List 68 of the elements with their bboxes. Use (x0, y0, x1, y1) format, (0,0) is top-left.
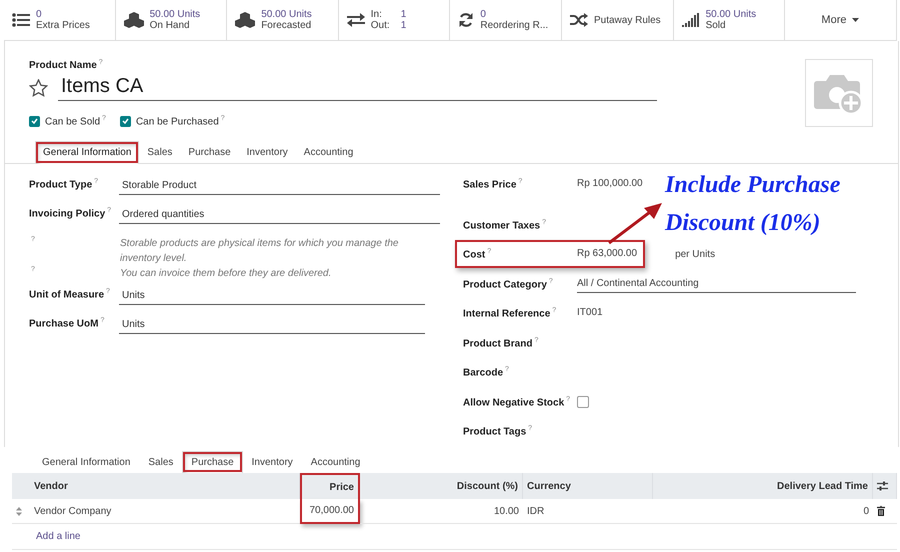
refresh-icon (458, 12, 474, 28)
transfer-arrows-icon (346, 13, 365, 27)
checkbox[interactable] (29, 116, 40, 127)
product-name-field[interactable]: Items CA (58, 75, 657, 102)
list-icon (12, 13, 30, 27)
tab[interactable]: Inventory (238, 140, 296, 164)
input-field[interactable]: Storable Product (119, 180, 440, 195)
field-label: Sales Price $^{?}$ (463, 178, 524, 190)
table-cell: 10.00 (360, 499, 523, 524)
checkbox-label: Can be Sold $^{?}$ (45, 115, 106, 128)
field-label: Unit of Measure $^{?}$ (29, 288, 111, 300)
field-label: Invoicing Policy $^{?}$ (29, 206, 112, 219)
input-field[interactable]: Units (119, 318, 425, 334)
column-header[interactable]: Vendor (12, 473, 300, 499)
tab[interactable]: Inventory (242, 451, 302, 473)
help-mark: ? (31, 236, 35, 243)
cubes-icon (124, 12, 144, 28)
input-field[interactable]: Units (119, 290, 425, 305)
checkbox[interactable] (577, 396, 589, 408)
tab[interactable]: Accounting (302, 451, 370, 473)
field-label: Barcode $^{?}$ (463, 366, 510, 378)
field-value: IT001 (577, 307, 603, 318)
field-label: Cost $^{?}$ (463, 248, 492, 260)
field-label: Allow Negative Stock $^{?}$ (463, 396, 572, 408)
field-label: Product Type $^{?}$ (29, 178, 100, 190)
input-field[interactable]: All / Continental Accounting (577, 278, 856, 293)
checkbox-label: Can be Purchased $^{?}$ (136, 115, 225, 128)
table-cell: Vendor Company (30, 499, 300, 524)
table-cell: 70,000.00 (300, 499, 360, 524)
annotation-arrow (606, 200, 664, 246)
table-cell: 0 (653, 499, 873, 524)
field-label: Product Category $^{?}$ (463, 278, 554, 290)
field-label: Product Tags $^{?}$ (463, 425, 534, 438)
tab[interactable]: General Information (35, 140, 140, 164)
field-label: Purchase UoM $^{?}$ (29, 316, 106, 329)
settings-sliders-icon[interactable] (877, 481, 888, 491)
caret-icon (852, 18, 860, 22)
star-icon[interactable] (29, 79, 48, 98)
table-cell: IDR (523, 499, 653, 524)
tab[interactable]: Accounting (296, 140, 362, 164)
field-label: Product Name $^{?}$ (29, 60, 103, 72)
field-value: Rp 63,000.00 (577, 248, 638, 260)
field-label: Internal Reference $^{?}$ (463, 307, 558, 320)
cubes-icon (235, 12, 256, 28)
checkbox[interactable] (120, 116, 131, 127)
field-value: Rp 100,000.00 (577, 178, 643, 189)
add-line-link[interactable]: Add a line (36, 531, 80, 542)
signal-bars-icon (682, 13, 700, 27)
trash-icon[interactable] (877, 506, 885, 516)
help-mark: ? (31, 266, 35, 273)
tab[interactable]: Purchase (182, 451, 243, 473)
tab[interactable]: Purchase (180, 140, 239, 164)
column-header[interactable]: Currency (523, 473, 653, 499)
help-text: Storable products are physical items for which you manage the inventory level. (120, 236, 400, 266)
field-label: Product Brand $^{?}$ (463, 336, 540, 349)
column-header[interactable]: Delivery Lead Time (653, 473, 873, 499)
tab[interactable]: Sales (139, 140, 180, 164)
drag-handle-icon[interactable] (16, 506, 22, 516)
unit-label: per Units (675, 248, 716, 260)
tab[interactable]: Sales (139, 451, 182, 473)
help-text: You can invoice them before they are delivered. (120, 266, 332, 281)
annotation-text: Include Purchase Discount (10%) (665, 171, 842, 238)
tab[interactable]: General Information (33, 451, 140, 473)
column-header[interactable]: Discount (%) (360, 473, 523, 499)
field-label: Customer Taxes $^{?}$ (463, 218, 547, 231)
input-field[interactable]: Ordered quantities (119, 208, 440, 224)
column-header[interactable]: Price (300, 473, 360, 499)
shuffle-icon (570, 13, 588, 27)
